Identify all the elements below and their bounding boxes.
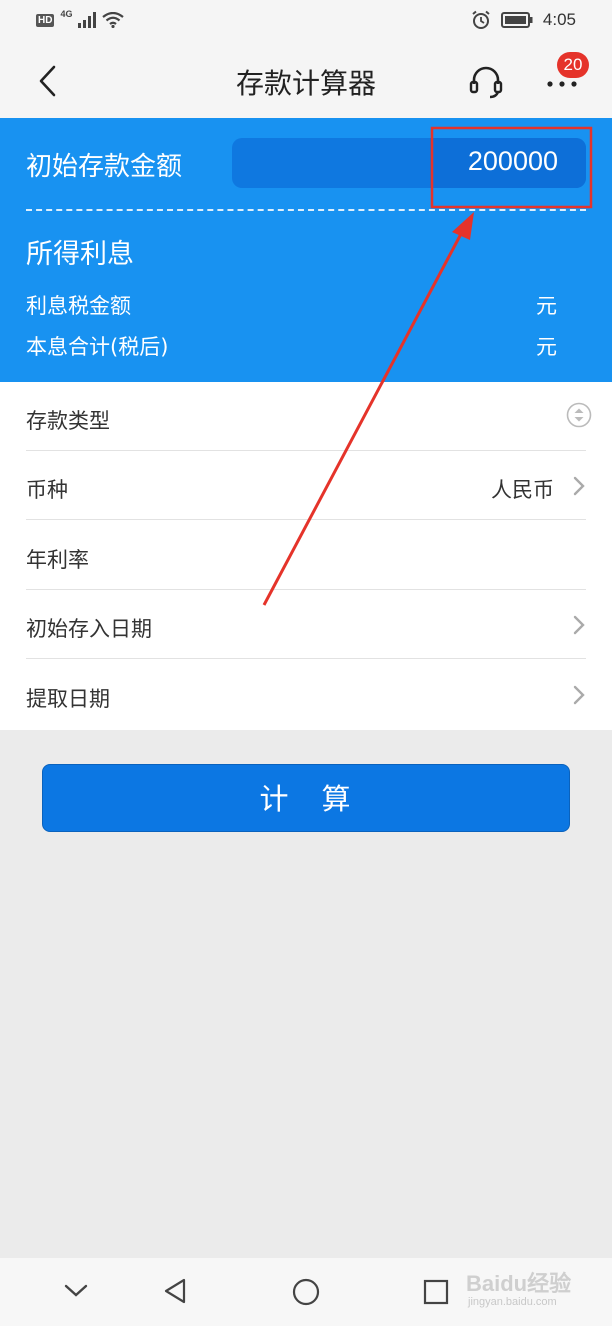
amount-label: 初始存款金额 [26,152,183,182]
network-type: 4G [60,9,73,19]
interest-title: 所得利息 [26,239,134,270]
nav-home-icon[interactable] [290,1276,322,1308]
form-list: 存款类型 币种 人民币 年利率 初始存入日期 提取日期 [0,382,612,730]
chevron-right-icon [573,685,585,705]
notification-badge: 20 [557,52,589,78]
deposit-type-row[interactable]: 存款类型 [0,382,612,451]
battery-icon [500,12,533,28]
rate-label: 年利率 [26,548,89,572]
page-title: 存款计算器 [235,67,376,100]
total-unit: 元 [536,335,557,359]
currency-value: 人民币 [491,478,554,502]
calculate-button[interactable]: 计 算 [42,764,570,832]
clock: 4:05 [542,10,576,29]
end-date-label: 提取日期 [26,687,110,711]
watermark-brand: Baidu经验 [466,1271,572,1296]
nav-back-icon[interactable] [160,1276,190,1306]
up-down-icon[interactable] [566,402,592,428]
app-header: 存款计算器 20 [0,44,612,118]
chevron-right-icon [573,476,585,496]
summary-panel: 初始存款金额 200000 所得利息 利息税金额 元 本息合计(税后) 元 [0,118,612,382]
system-nav-bar: Baidu经验 jingyan.baidu.com [0,1258,612,1326]
status-left: HD 4G [36,9,125,28]
signal-icon [78,12,97,28]
amount-input[interactable]: 200000 [232,138,586,188]
alarm-icon [472,10,490,29]
currency-row[interactable]: 币种 人民币 [0,451,612,520]
baidu-watermark: Baidu经验 jingyan.baidu.com [466,1266,586,1316]
status-right: 4:05 [471,10,576,30]
deposit-type-label: 存款类型 [26,409,110,433]
watermark-url: jingyan.baidu.com [468,1296,557,1308]
currency-label: 币种 [26,478,68,502]
row-divider [26,519,586,520]
hd-badge: HD [36,13,55,27]
start-date-row[interactable]: 初始存入日期 [0,590,612,659]
status-bar: HD 4G 4:05 [0,0,612,44]
amount-value: 200000 [467,146,558,176]
headset-icon[interactable] [466,62,506,102]
chevron-right-icon [573,615,585,635]
rate-row[interactable]: 年利率 [0,521,612,590]
dashed-divider [26,209,586,211]
nav-down-icon[interactable] [62,1280,90,1300]
tax-label: 利息税金额 [26,294,131,318]
wifi-icon [102,12,125,28]
start-date-label: 初始存入日期 [26,617,152,641]
total-label: 本息合计(税后) [26,335,169,359]
end-date-row[interactable]: 提取日期 [0,660,612,729]
tax-unit: 元 [536,294,557,318]
row-divider [26,658,586,659]
nav-recent-icon[interactable] [422,1278,450,1306]
